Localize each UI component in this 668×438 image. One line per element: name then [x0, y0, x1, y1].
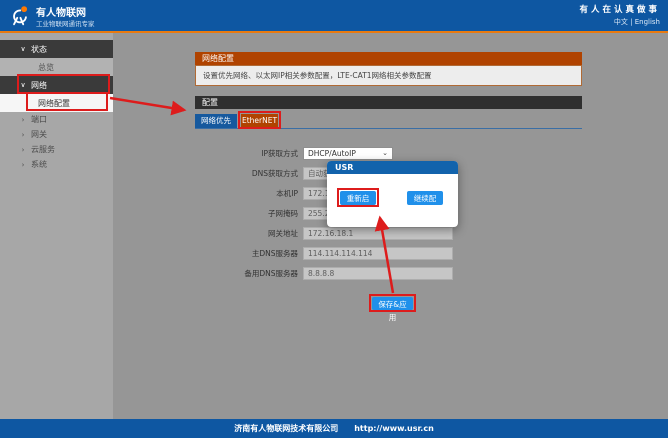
brand-title: 有人物联网: [36, 8, 95, 20]
field-label-gateway-address: 网关地址: [198, 227, 298, 240]
page-title: 网络配置: [195, 52, 582, 65]
person-logo-icon: [9, 5, 31, 31]
field-label-secondary-dns: 备用DNS服务器: [198, 267, 298, 280]
sidebar-item-port[interactable]: › 端口: [0, 112, 113, 127]
sidebar-item-label: 云服务: [31, 144, 55, 155]
app-window: 有人物联网 工业物联网通讯专家 有人在认真做事 中文 | English ∨ 状…: [0, 0, 668, 438]
section-title: 配置: [195, 96, 582, 109]
usr-dialog: USR 重新启动 继续配置: [327, 161, 458, 227]
brand-logo: 有人物联网 工业物联网通讯专家: [9, 5, 95, 31]
sidebar: ∨ 状态 总览 ∨ 网络 网络配置 › 端口 › 网关 › 云服务 › 系统: [0, 33, 113, 419]
primary-dns-field[interactable]: 114.114.114.114: [303, 247, 453, 260]
footer-company: 济南有人物联网技术有限公司: [234, 423, 338, 434]
header-slogan: 有人在认真做事: [579, 5, 660, 16]
footer: 济南有人物联网技术有限公司 http://www.usr.cn: [0, 419, 668, 438]
sidebar-item-label: 总览: [38, 62, 54, 73]
ip-mode-value: DHCP/AutoIP: [308, 148, 356, 159]
field-label-local-ip: 本机IP: [198, 187, 298, 200]
sidebar-item-label: 端口: [31, 114, 47, 125]
footer-url-link[interactable]: http://www.usr.cn: [354, 424, 434, 433]
top-header: 有人物联网 工业物联网通讯专家 有人在认真做事 中文 | English: [0, 0, 668, 31]
field-label-ip-mode: IP获取方式: [198, 147, 298, 160]
tab-underline: [195, 128, 582, 129]
sidebar-item-status[interactable]: ∨ 状态: [0, 40, 113, 58]
sidebar-item-overview[interactable]: 总览: [0, 58, 113, 76]
page-description: 设置优先网络、以太网IP相关参数配置，LTE-CAT1网络相关参数配置: [195, 65, 582, 86]
chevron-down-icon: ∨: [18, 45, 28, 53]
tab-network-priority[interactable]: 网络优先: [195, 114, 237, 128]
sidebar-item-cloud-service[interactable]: › 云服务: [0, 142, 113, 157]
ip-mode-select[interactable]: DHCP/AutoIP ⌄: [303, 147, 393, 160]
save-apply-button[interactable]: 保存&应用: [372, 297, 413, 310]
field-label-dns-mode: DNS获取方式: [198, 167, 298, 180]
field-label-subnet-mask: 子网掩码: [198, 207, 298, 220]
sidebar-item-label: 网络: [31, 80, 47, 91]
brand-subtitle: 工业物联网通讯专家: [36, 20, 95, 29]
continue-config-button[interactable]: 继续配置: [407, 191, 443, 205]
dialog-title: USR: [327, 161, 458, 174]
sidebar-item-label: 系统: [31, 159, 47, 170]
chevron-right-icon: ›: [18, 116, 28, 124]
chevron-right-icon: ›: [18, 146, 28, 154]
language-switch[interactable]: 中文 | English: [579, 17, 660, 27]
chevron-right-icon: ›: [18, 161, 28, 169]
restart-button[interactable]: 重新启动: [340, 191, 376, 205]
chevron-down-icon: ⌄: [382, 148, 388, 159]
sidebar-item-system[interactable]: › 系统: [0, 157, 113, 172]
tab-ethernet[interactable]: EtherNET: [241, 114, 278, 128]
arrow-to-ethernet-tab: [110, 98, 184, 110]
sidebar-item-gateway[interactable]: › 网关: [0, 127, 113, 142]
sidebar-item-label: 状态: [31, 44, 47, 55]
sidebar-item-network[interactable]: ∨ 网络: [0, 76, 113, 94]
gateway-address-field[interactable]: 172.16.18.1: [303, 227, 453, 240]
sidebar-item-network-config[interactable]: 网络配置: [0, 94, 113, 112]
secondary-dns-field[interactable]: 8.8.8.8: [303, 267, 453, 280]
sidebar-item-label: 网络配置: [38, 98, 70, 109]
chevron-right-icon: ›: [18, 131, 28, 139]
sidebar-item-label: 网关: [31, 129, 47, 140]
field-label-primary-dns: 主DNS服务器: [198, 247, 298, 260]
chevron-down-icon: ∨: [18, 81, 28, 89]
